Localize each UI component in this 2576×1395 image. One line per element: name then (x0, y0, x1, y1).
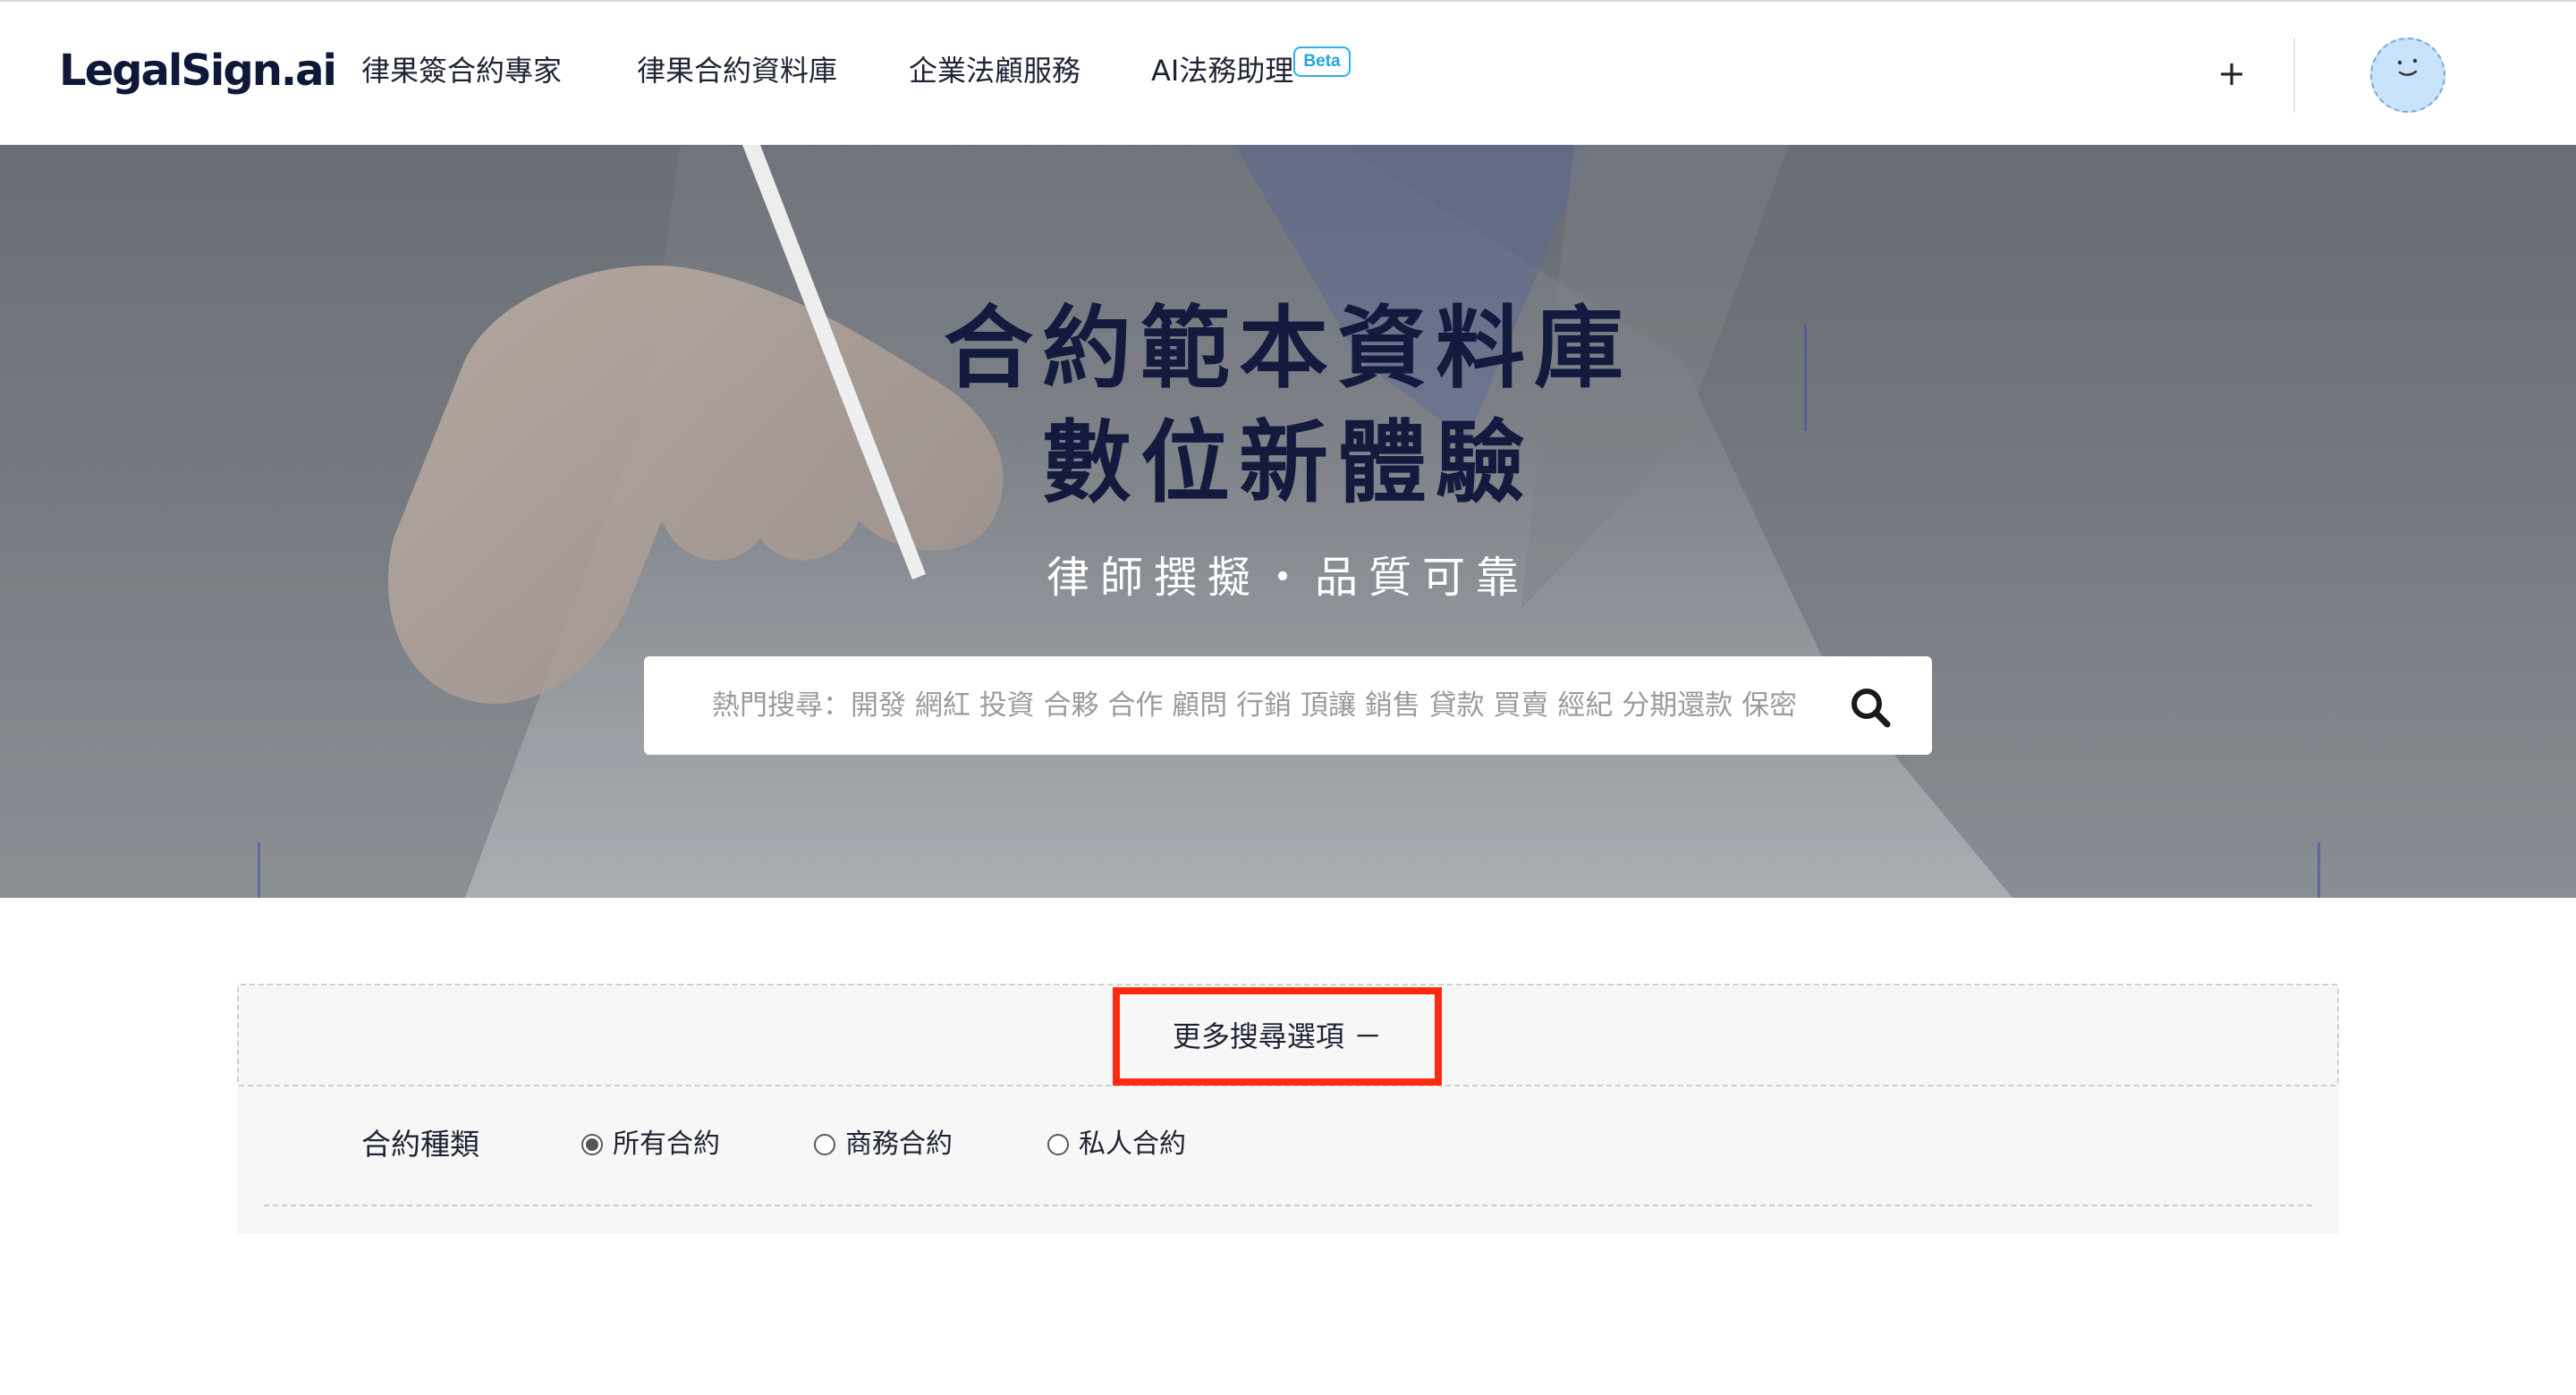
radio-button-checked[interactable] (581, 1134, 603, 1155)
radio-label: 所有合約 (613, 1129, 720, 1160)
hero-background-image (0, 145, 2576, 898)
nav-divider (2293, 38, 2295, 113)
hero-subtitle: 律師撰擬・品質可靠 (1046, 553, 1530, 603)
more-search-options-toggle[interactable]: 更多搜尋選項 － (1113, 987, 1442, 1086)
nav-item-ai-legal-assistant[interactable]: AI法務助理 (1151, 48, 1293, 93)
search-icon (1852, 689, 1891, 728)
smiley-avatar-icon (2397, 58, 2418, 76)
radio-button[interactable] (1047, 1134, 1069, 1155)
top-navigation: LegalSign.ai 律果簽合約專家 律果合約資料庫 企業法顧服務 AI法務… (0, 0, 2576, 145)
hero-banner: 合約範本資料庫 數位新體驗 律師撰擬・品質可靠 (0, 145, 2576, 898)
radio-button[interactable] (814, 1134, 835, 1155)
search-input[interactable] (712, 679, 1821, 732)
radio-label: 商務合約 (845, 1129, 953, 1160)
more-search-options-label: 更多搜尋選項 － (1172, 1019, 1383, 1053)
plus-icon[interactable]: + (2216, 51, 2247, 96)
hero-title-line-2: 數位新體驗 (1042, 410, 1534, 515)
nav-item-contract-expert[interactable]: 律果簽合約專家 (361, 48, 562, 93)
panel-divider (264, 1205, 2312, 1206)
radio-label: 私人合約 (1079, 1129, 1186, 1160)
legalsign-logo[interactable]: LegalSign.ai (59, 39, 337, 102)
search-bar (644, 656, 1932, 755)
beta-badge: Beta (1293, 46, 1351, 77)
nav-item-contract-database[interactable]: 律果合約資料庫 (637, 48, 837, 93)
contract-type-label: 合約種類 (361, 1127, 479, 1162)
nav-item-legal-advisory[interactable]: 企業法顧服務 (909, 48, 1080, 93)
user-avatar[interactable] (2370, 38, 2445, 113)
hero-title-line-1: 合約範本資料庫 (944, 296, 1632, 401)
search-button[interactable] (1846, 683, 1896, 733)
